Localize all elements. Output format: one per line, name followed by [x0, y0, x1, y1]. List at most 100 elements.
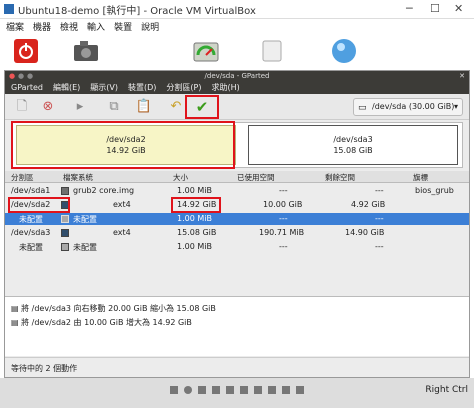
row-free: ---	[375, 214, 384, 223]
gparted-menu-edit[interactable]: 編輯(E)	[53, 82, 80, 93]
gparted-titlebar: ● ● ● /dev/sda - GParted ✕	[5, 71, 469, 81]
segment-sda3-size: 15.08 GiB	[333, 146, 373, 155]
row-partition: 未配置	[19, 243, 43, 252]
vbox-menu-input[interactable]: 輸入	[87, 20, 105, 33]
vbox-menu-file[interactable]: 檔案	[6, 20, 24, 33]
row-used: 190.71 MiB	[259, 228, 305, 237]
vbox-statusbar: Right Ctrl	[0, 378, 474, 408]
row-free: ---	[375, 242, 384, 251]
highlight-sda2-size	[171, 197, 221, 213]
operation-icon: ▤	[11, 318, 22, 327]
paste-icon[interactable]: 📋	[135, 98, 153, 116]
row-partition: /dev/sda3	[11, 228, 51, 237]
pending-operations-list: ▤ 將 /dev/sda3 向右移動 20.00 GiB 縮小為 15.08 G…	[5, 296, 469, 356]
disk-segment-sda3[interactable]: /dev/sda3 15.08 GiB	[248, 125, 458, 165]
chevron-down-icon: ▾	[453, 102, 458, 111]
row-free: ---	[375, 186, 384, 195]
row-filesystem: 未配置	[73, 215, 97, 224]
maximize-icon[interactable]: ☐	[430, 2, 440, 15]
row-partition: /dev/sda1	[11, 186, 51, 195]
table-row[interactable]: /dev/sda3 ext4 15.08 GiB 190.71 MiB 14.9…	[5, 227, 469, 239]
copy-icon[interactable]: ⧉	[105, 98, 123, 116]
gparted-menu-help[interactable]: 求助(H)	[212, 82, 240, 93]
row-free: 4.92 GiB	[351, 200, 386, 209]
row-used: ---	[279, 186, 288, 195]
blank-icon[interactable]	[258, 36, 286, 66]
vbox-menu-help[interactable]: 說明	[141, 20, 159, 33]
vbox-window-title: Ubuntu18-demo [執行中] - Oracle VM VirtualB…	[18, 5, 256, 17]
operation-item[interactable]: ▤ 將 /dev/sda2 由 10.00 GiB 增大為 14.92 GiB	[11, 317, 192, 328]
power-icon[interactable]	[12, 36, 40, 66]
row-filesystem: ext4	[113, 200, 131, 209]
row-used: ---	[279, 214, 288, 223]
minimize-icon[interactable]: ─	[406, 2, 413, 15]
gparted-menubar: GParted 編輯(E) 顯示(V) 裝置(D) 分割區(P) 求助(H)	[5, 81, 469, 94]
gparted-window-title: /dev/sda - GParted	[204, 72, 270, 80]
row-free: 14.90 GiB	[345, 228, 385, 237]
gparted-menu-gparted[interactable]: GParted	[11, 83, 43, 92]
row-size: 1.00 MiB	[177, 242, 212, 251]
resize-move-icon[interactable]: ▸	[71, 98, 89, 116]
shared-folder-icon[interactable]	[240, 386, 248, 394]
col-filesystem[interactable]: 檔案系統	[63, 172, 93, 183]
col-used[interactable]: 已使用空間	[237, 172, 275, 183]
network-icon[interactable]	[212, 386, 220, 394]
vbox-menu-devices[interactable]: 裝置	[114, 20, 132, 33]
col-free[interactable]: 剩餘空間	[325, 172, 355, 183]
gparted-menu-device[interactable]: 裝置(D)	[128, 82, 156, 93]
hdd-icon[interactable]	[170, 386, 178, 394]
recording-icon[interactable]	[268, 386, 276, 394]
vbox-menu-view[interactable]: 檢視	[60, 20, 78, 33]
cpu-icon[interactable]	[282, 386, 290, 394]
row-size: 15.08 GiB	[177, 228, 217, 237]
gauge-icon[interactable]	[192, 36, 220, 66]
globe-icon[interactable]	[330, 36, 358, 66]
table-row[interactable]: 未配置 未配置 1.00 MiB --- ---	[5, 241, 469, 253]
row-flags: bios_grub	[415, 186, 454, 195]
gparted-statusbar: 等待中的 2 個動作	[5, 357, 469, 377]
camera-icon[interactable]	[72, 36, 100, 66]
host-key-label: Right Ctrl	[425, 385, 468, 395]
row-size: 1.00 MiB	[177, 214, 212, 223]
usb-icon[interactable]	[226, 386, 234, 394]
fs-color-swatch	[61, 229, 69, 237]
gparted-min-icon[interactable]: ●	[18, 71, 24, 81]
table-row[interactable]: /dev/sda2 ext4 14.92 GiB 10.00 GiB 4.92 …	[5, 199, 469, 211]
gparted-max-icon[interactable]: ●	[27, 71, 33, 81]
gparted-toolbar: 🗋 ⊗ ▸ ⧉ 📋 ↶ ✔ ▭ /dev/sda (30.00 GiB) ▾	[5, 94, 469, 120]
device-selector[interactable]: ▭ /dev/sda (30.00 GiB) ▾	[353, 98, 463, 116]
row-used: 10.00 GiB	[263, 200, 303, 209]
vbox-menu-machine[interactable]: 機器	[33, 20, 51, 33]
mouse-icon[interactable]	[296, 386, 304, 394]
fs-color-swatch	[61, 243, 69, 251]
operation-text: 將 /dev/sda3 向右移動 20.00 GiB 縮小為 15.08 GiB	[21, 304, 216, 313]
disk-icon: ▭	[358, 103, 367, 113]
gparted-menu-view[interactable]: 顯示(V)	[90, 82, 118, 93]
guest-window-close-icon[interactable]: ✕	[459, 71, 465, 81]
col-size[interactable]: 大小	[173, 172, 188, 183]
new-partition-icon[interactable]: 🗋	[13, 98, 31, 116]
fs-color-swatch	[61, 215, 69, 223]
operation-item[interactable]: ▤ 將 /dev/sda3 向右移動 20.00 GiB 縮小為 15.08 G…	[11, 303, 216, 314]
col-flags[interactable]: 旗標	[413, 172, 428, 183]
highlight-apply-button	[185, 95, 219, 119]
undo-icon[interactable]: ↶	[167, 98, 185, 116]
col-partition[interactable]: 分割區	[11, 172, 34, 183]
optical-icon[interactable]	[184, 386, 192, 394]
delete-partition-icon[interactable]: ⊗	[39, 98, 57, 116]
gparted-close-icon[interactable]: ●	[9, 71, 15, 81]
gparted-menu-partition[interactable]: 分割區(P)	[166, 82, 201, 93]
audio-icon[interactable]	[198, 386, 206, 394]
row-size: 1.00 MiB	[177, 186, 212, 195]
row-partition: 未配置	[19, 215, 43, 224]
table-row[interactable]: /dev/sda1 grub2 core.img 1.00 MiB --- --…	[5, 185, 469, 197]
display-icon[interactable]	[254, 386, 262, 394]
highlight-sda2-segment	[11, 121, 235, 169]
row-used: ---	[279, 242, 288, 251]
vbox-titlebar: Ubuntu18-demo [執行中] - Oracle VM VirtualB…	[0, 0, 474, 19]
vbox-toolbar	[0, 34, 474, 70]
close-icon[interactable]: ✕	[454, 2, 463, 15]
guest-screen: ● ● ● /dev/sda - GParted ✕ GParted 編輯(E)…	[4, 70, 470, 378]
device-selector-label: /dev/sda (30.00 GiB)	[372, 102, 455, 111]
table-row-selected[interactable]: 未配置 未配置 1.00 MiB --- ---	[5, 213, 469, 225]
